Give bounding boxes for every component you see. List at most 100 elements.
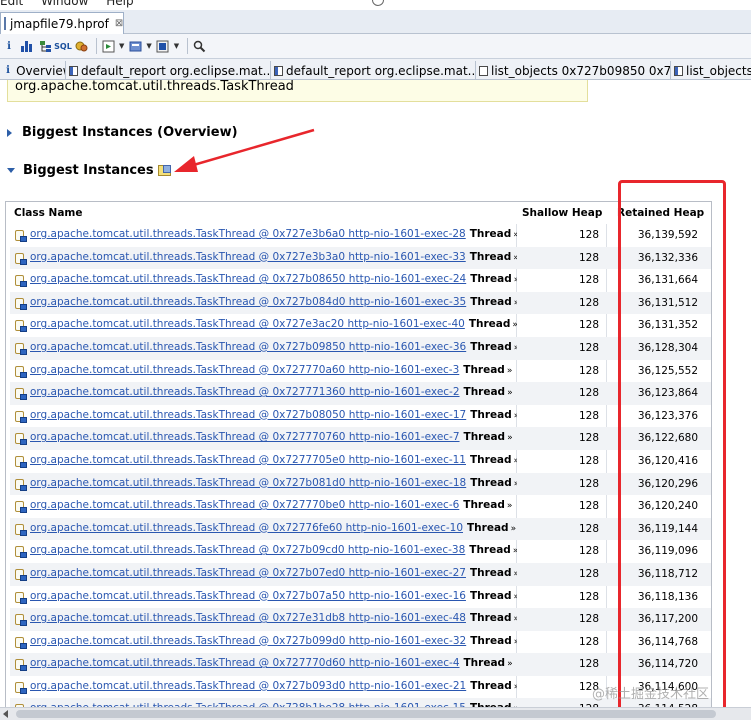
object-link[interactable]: org.apache.tomcat.util.threads.TaskThrea… bbox=[30, 364, 459, 376]
scroll-left-icon[interactable] bbox=[3, 710, 8, 718]
menu-window[interactable]: Window bbox=[41, 0, 88, 8]
query-browser-icon[interactable] bbox=[128, 39, 142, 53]
table-row[interactable]: org.apache.tomcat.util.threads.TaskThrea… bbox=[6, 224, 711, 247]
table-row[interactable]: org.apache.tomcat.util.threads.TaskThrea… bbox=[6, 336, 711, 360]
table-row[interactable]: org.apache.tomcat.util.threads.TaskThrea… bbox=[6, 653, 711, 676]
menu-help[interactable]: Help bbox=[106, 0, 133, 8]
column-header-class-name[interactable]: Class Name bbox=[14, 207, 82, 219]
more-icon[interactable]: » bbox=[507, 388, 513, 398]
tab-default-report-2[interactable]: default_report org.eclipse.mat.... bbox=[272, 61, 476, 79]
table-row[interactable]: org.apache.tomcat.util.threads.TaskThrea… bbox=[6, 517, 711, 541]
heap-dump-overview-icon[interactable] bbox=[156, 39, 170, 53]
annotation-arrow-icon bbox=[174, 128, 315, 172]
more-icon[interactable]: » bbox=[507, 659, 513, 669]
class-name-cell: org.apache.tomcat.util.threads.TaskThrea… bbox=[30, 409, 517, 421]
object-link[interactable]: org.apache.tomcat.util.threads.TaskThrea… bbox=[30, 386, 460, 398]
toolbar-separator bbox=[187, 38, 189, 54]
table-row[interactable]: org.apache.tomcat.util.threads.TaskThrea… bbox=[6, 291, 711, 315]
editor-tab-hprof[interactable]: jmapfile79.hprof ⊠ bbox=[0, 12, 124, 34]
object-link[interactable]: org.apache.tomcat.util.threads.TaskThrea… bbox=[30, 680, 466, 692]
table-body: org.apache.tomcat.util.threads.TaskThrea… bbox=[6, 224, 711, 720]
object-link[interactable]: org.apache.tomcat.util.threads.TaskThrea… bbox=[30, 567, 466, 579]
table-row[interactable]: org.apache.tomcat.util.threads.TaskThrea… bbox=[6, 404, 711, 428]
more-icon[interactable]: » bbox=[511, 524, 517, 534]
menu-edit[interactable]: Edit bbox=[0, 0, 23, 8]
toolbar-separator bbox=[96, 38, 97, 54]
column-header-shallow-heap[interactable]: Shallow Heap bbox=[522, 207, 602, 219]
retained-heap-cell: 36,123,864 bbox=[637, 387, 698, 400]
scrollbar-thumb[interactable] bbox=[16, 710, 716, 718]
table-row[interactable]: org.apache.tomcat.util.threads.TaskThrea… bbox=[6, 449, 711, 473]
horizontal-scrollbar[interactable] bbox=[0, 707, 751, 720]
object-link[interactable]: org.apache.tomcat.util.threads.TaskThrea… bbox=[30, 409, 466, 421]
tab-list-objects-1[interactable]: list_objects 0x727b09850 0x7... bbox=[477, 61, 671, 79]
object-link[interactable]: org.apache.tomcat.util.threads.TaskThrea… bbox=[30, 477, 466, 489]
close-icon[interactable]: ⊠ bbox=[115, 18, 123, 29]
window-control-icon[interactable] bbox=[372, 0, 384, 6]
expand-arrow-icon[interactable] bbox=[7, 128, 12, 137]
object-link[interactable]: org.apache.tomcat.util.threads.TaskThrea… bbox=[30, 657, 460, 669]
chevron-down-icon[interactable]: ▼ bbox=[119, 42, 124, 50]
column-header-retained-heap[interactable]: Retained Heap bbox=[617, 207, 704, 219]
row-gutter bbox=[6, 269, 10, 292]
table-row[interactable]: org.apache.tomcat.util.threads.TaskThrea… bbox=[6, 540, 711, 563]
object-link[interactable]: org.apache.tomcat.util.threads.TaskThrea… bbox=[30, 499, 459, 511]
thread-label: Thread bbox=[470, 408, 512, 421]
chevron-down-icon[interactable]: ▼ bbox=[174, 42, 179, 50]
collapse-arrow-icon[interactable] bbox=[7, 168, 15, 173]
table-row[interactable]: org.apache.tomcat.util.threads.TaskThrea… bbox=[6, 359, 711, 383]
object-link[interactable]: org.apache.tomcat.util.threads.TaskThrea… bbox=[30, 612, 466, 624]
retained-heap-cell: 36,128,304 bbox=[637, 341, 698, 354]
object-link[interactable]: org.apache.tomcat.util.threads.TaskThrea… bbox=[30, 431, 460, 443]
tab-default-report-1[interactable]: default_report org.eclipse.mat.... bbox=[67, 61, 271, 79]
table-row[interactable]: org.apache.tomcat.util.threads.TaskThrea… bbox=[6, 246, 711, 270]
class-name-cell: org.apache.tomcat.util.threads.TaskThrea… bbox=[30, 522, 517, 534]
table-row[interactable]: org.apache.tomcat.util.threads.TaskThrea… bbox=[6, 314, 711, 337]
retained-heap-cell: 36,122,680 bbox=[637, 432, 698, 445]
more-icon[interactable]: » bbox=[507, 433, 513, 443]
tab-list-objects-2[interactable]: list_objects bbox=[672, 61, 751, 79]
histogram-icon[interactable] bbox=[20, 39, 34, 53]
run-report-icon[interactable] bbox=[101, 39, 115, 53]
thread-overview-icon[interactable] bbox=[74, 39, 88, 53]
table-row[interactable]: org.apache.tomcat.util.threads.TaskThrea… bbox=[6, 608, 711, 631]
shallow-heap-cell: 128 bbox=[578, 477, 599, 490]
table-row[interactable]: org.apache.tomcat.util.threads.TaskThrea… bbox=[6, 472, 711, 496]
object-link[interactable]: org.apache.tomcat.util.threads.TaskThrea… bbox=[30, 228, 466, 240]
object-link[interactable]: org.apache.tomcat.util.threads.TaskThrea… bbox=[30, 273, 466, 285]
table-row[interactable]: org.apache.tomcat.util.threads.TaskThrea… bbox=[6, 562, 711, 586]
row-gutter bbox=[6, 517, 10, 541]
more-icon[interactable]: » bbox=[507, 366, 513, 376]
object-link[interactable]: org.apache.tomcat.util.threads.TaskThrea… bbox=[30, 296, 466, 308]
shallow-heap-cell: 128 bbox=[578, 387, 599, 400]
retained-heap-cell: 36,131,352 bbox=[637, 319, 698, 332]
more-icon[interactable]: » bbox=[507, 501, 513, 511]
thread-label: Thread bbox=[468, 318, 511, 331]
object-link[interactable]: org.apache.tomcat.util.threads.TaskThrea… bbox=[30, 251, 466, 263]
object-link[interactable]: org.apache.tomcat.util.threads.TaskThrea… bbox=[30, 454, 466, 466]
thread-label: Thread bbox=[469, 250, 512, 263]
tab-overview[interactable]: i Overview bbox=[0, 61, 66, 79]
object-link[interactable]: org.apache.tomcat.util.threads.TaskThrea… bbox=[30, 318, 465, 330]
section-biggest-instances[interactable]: Biggest Instances bbox=[7, 163, 171, 178]
dominator-tree-icon[interactable] bbox=[38, 39, 52, 53]
table-row[interactable]: org.apache.tomcat.util.threads.TaskThrea… bbox=[6, 585, 711, 609]
retained-heap-cell: 36,123,376 bbox=[637, 409, 698, 422]
oql-icon[interactable]: SQL bbox=[54, 39, 72, 53]
class-name-cell: org.apache.tomcat.util.threads.TaskThrea… bbox=[30, 612, 517, 624]
row-gutter bbox=[6, 224, 10, 247]
chevron-down-icon[interactable]: ▼ bbox=[146, 42, 151, 50]
object-link[interactable]: org.apache.tomcat.util.threads.TaskThrea… bbox=[30, 635, 466, 647]
object-link[interactable]: org.apache.tomcat.util.threads.TaskThrea… bbox=[30, 341, 466, 353]
info-icon[interactable]: i bbox=[2, 39, 16, 53]
table-row[interactable]: org.apache.tomcat.util.threads.TaskThrea… bbox=[6, 269, 711, 292]
table-row[interactable]: org.apache.tomcat.util.threads.TaskThrea… bbox=[6, 495, 711, 518]
object-link[interactable]: org.apache.tomcat.util.threads.TaskThrea… bbox=[30, 544, 465, 556]
search-icon[interactable] bbox=[192, 39, 206, 53]
table-row[interactable]: org.apache.tomcat.util.threads.TaskThrea… bbox=[6, 630, 711, 654]
object-link[interactable]: org.apache.tomcat.util.threads.TaskThrea… bbox=[30, 522, 463, 534]
table-row[interactable]: org.apache.tomcat.util.threads.TaskThrea… bbox=[6, 427, 711, 450]
shallow-heap-cell: 128 bbox=[578, 613, 599, 626]
object-link[interactable]: org.apache.tomcat.util.threads.TaskThrea… bbox=[30, 590, 466, 602]
table-row[interactable]: org.apache.tomcat.util.threads.TaskThrea… bbox=[6, 382, 711, 405]
